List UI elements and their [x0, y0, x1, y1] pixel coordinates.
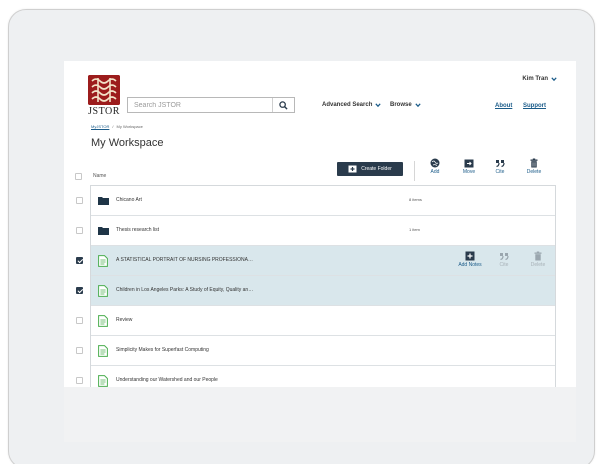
item-title[interactable]: Children in Los Angeles Parks: A Study o… — [116, 287, 253, 293]
breadcrumb-current: My Workspace — [116, 124, 143, 129]
trash-icon — [534, 251, 542, 261]
row-delete-label: Delete — [530, 262, 546, 268]
jstor-logo[interactable]: JSTOR — [88, 75, 120, 117]
folder-icon — [97, 194, 109, 207]
list-item[interactable]: Simplicity Makes for Superfast Computing — [76, 336, 555, 366]
list-item[interactable]: Thesis research list 1 item — [76, 216, 555, 246]
browse-menu[interactable]: Browse — [390, 102, 421, 108]
breadcrumb-myjstor[interactable]: MyJSTOR — [91, 124, 109, 129]
move-folder-icon — [464, 159, 474, 168]
row-checkbox[interactable] — [76, 317, 83, 324]
logo-wordmark: JSTOR — [88, 106, 120, 117]
search-input[interactable] — [128, 98, 273, 112]
support-link[interactable]: Support — [523, 103, 546, 109]
search-icon — [279, 100, 288, 110]
row-checkbox[interactable] — [76, 197, 83, 204]
item-count: 1 item — [409, 227, 420, 232]
row-cite-button[interactable]: Cite — [487, 251, 521, 268]
name-column-header[interactable]: Name — [93, 173, 106, 179]
about-link[interactable]: About — [495, 103, 512, 109]
user-name: Kim Tran — [522, 76, 548, 82]
globe-add-icon — [430, 158, 440, 168]
advanced-search-menu[interactable]: Advanced Search — [322, 102, 382, 108]
row-checkbox[interactable] — [76, 347, 83, 354]
row-checkbox[interactable] — [76, 377, 83, 384]
item-count: 8 items — [409, 197, 422, 202]
quote-icon — [500, 253, 509, 261]
add-notes-icon — [465, 251, 475, 261]
user-menu[interactable]: Kim Tran — [522, 76, 557, 82]
add-notes-label: Add Notes — [458, 262, 482, 268]
item-title[interactable]: Chicano Art — [116, 197, 142, 203]
chevron-down-icon — [551, 77, 557, 82]
footer-band — [64, 387, 576, 442]
row-delete-button[interactable]: Delete — [521, 251, 555, 268]
breadcrumb-separator: / — [112, 124, 114, 129]
document-icon — [97, 344, 109, 357]
chevron-down-icon — [375, 103, 382, 108]
row-checkbox[interactable] — [76, 257, 83, 264]
document-icon — [97, 314, 109, 327]
item-title[interactable]: Review — [116, 317, 132, 323]
tablet-frame: JSTOR Advanced Search Browse Kim Tran Ab… — [8, 9, 595, 464]
quote-icon — [496, 160, 505, 168]
list-header: Name — [64, 172, 576, 182]
row-cite-label: Cite — [499, 262, 509, 268]
item-title[interactable]: Simplicity Makes for Superfast Computing — [116, 347, 209, 353]
document-icon — [97, 284, 109, 297]
jstor-logo-icon — [88, 75, 120, 105]
document-icon — [97, 374, 109, 387]
row-checkbox[interactable] — [76, 287, 83, 294]
folder-icon — [97, 224, 109, 237]
page-title: My Workspace — [91, 137, 164, 149]
document-icon — [97, 254, 109, 267]
trash-icon — [530, 158, 538, 168]
select-all-checkbox[interactable] — [75, 173, 82, 180]
item-title[interactable]: A STATISTICAL PORTRAIT OF NURSING PROFES… — [116, 257, 253, 263]
list-item[interactable]: Review — [76, 306, 555, 336]
search-button[interactable] — [272, 98, 294, 112]
add-notes-button[interactable]: Add Notes — [453, 251, 487, 268]
advanced-search-label: Advanced Search — [322, 102, 373, 108]
list-item[interactable]: Children in Los Angeles Parks: A Study o… — [76, 276, 555, 306]
workspace-list: Chicano Art 8 items Thesis research list 1 … — [76, 185, 556, 397]
item-title[interactable]: Understanding our Watershed and our Peop… — [116, 377, 218, 383]
list-item[interactable]: A STATISTICAL PORTRAIT OF NURSING PROFES… — [76, 246, 555, 276]
item-title[interactable]: Thesis research list — [116, 227, 159, 233]
breadcrumb: MyJSTOR / My Workspace — [91, 124, 143, 129]
browse-label: Browse — [390, 102, 412, 108]
jstor-screen: JSTOR Advanced Search Browse Kim Tran Ab… — [64, 61, 576, 442]
chevron-down-icon — [415, 103, 421, 108]
list-item[interactable]: Chicano Art 8 items — [76, 186, 555, 216]
search-bar — [127, 97, 295, 113]
row-checkbox[interactable] — [76, 227, 83, 234]
row-actions: Add Notes Cite Delete — [453, 251, 555, 268]
